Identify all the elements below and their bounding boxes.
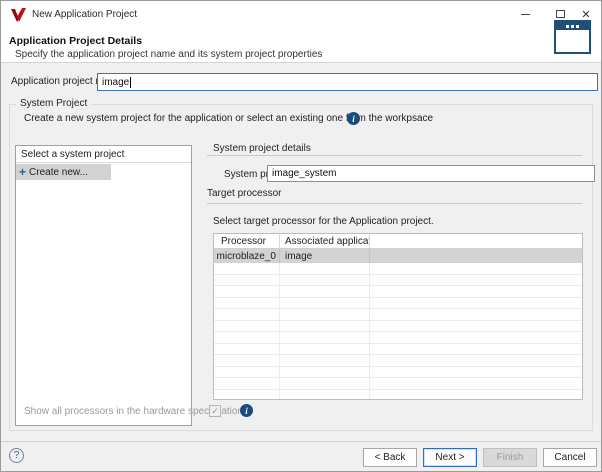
table-row-empty [214, 309, 582, 321]
maximize-icon [556, 10, 565, 18]
next-button[interactable]: Next > [423, 448, 477, 467]
new-application-project-dialog: New Application Project ✕ Application Pr… [0, 0, 602, 472]
window-title: New Application Project [32, 9, 137, 20]
wizard-banner-icon [554, 20, 591, 54]
table-row-empty [214, 378, 582, 390]
list-item-create-new[interactable]: + Create new... [16, 164, 111, 180]
app-project-name-value: image [102, 77, 129, 88]
finish-button[interactable]: Finish [483, 448, 537, 467]
column-header-empty [370, 234, 582, 248]
table-row-empty [214, 298, 582, 310]
help-button[interactable]: ? [9, 448, 24, 463]
minimize-icon [521, 14, 530, 15]
button-bar: ? < Back Next > Finish Cancel [1, 442, 601, 472]
table-row-empty [214, 263, 582, 275]
column-header-processor: Processor [214, 234, 280, 248]
separator [207, 203, 582, 204]
cancel-button[interactable]: Cancel [543, 448, 597, 467]
system-project-legend: System Project [16, 98, 91, 109]
system-project-details-title: System project details [213, 143, 311, 154]
show-all-processors-checkbox[interactable]: ✓ [209, 405, 221, 417]
table-row-empty [214, 321, 582, 333]
column-header-associated-applications: Associated applications [280, 234, 370, 248]
table-row-microblaze[interactable]: microblaze_0 image [214, 249, 582, 263]
system-project-list[interactable]: Select a system project + Create new... [15, 145, 192, 426]
table-row-empty [214, 344, 582, 356]
table-row-empty [214, 332, 582, 344]
plus-icon: + [19, 166, 26, 178]
page-description: Specify the application project name and… [15, 49, 322, 60]
minimize-button[interactable] [511, 1, 539, 27]
help-icon: ? [14, 450, 20, 461]
list-item-label: Create new... [29, 167, 88, 178]
system-project-description: Create a new system project for the appl… [24, 113, 433, 124]
target-processor-description: Select target processor for the Applicat… [213, 216, 434, 227]
system-project-list-header: Select a system project [16, 146, 191, 163]
page-title: Application Project Details [9, 35, 142, 47]
system-project-name-value: image_system [272, 168, 336, 179]
show-all-processors-row: Show all processors in the hardware spec… [24, 405, 584, 419]
wizard-header: Application Project Details Specify the … [1, 31, 601, 63]
app-project-name-input[interactable]: image [97, 73, 598, 91]
system-project-group: System Project Create a new system proje… [9, 104, 593, 431]
check-icon: ✓ [211, 406, 219, 416]
close-icon: ✕ [581, 8, 590, 21]
table-row-empty [214, 275, 582, 287]
table-row-empty [214, 367, 582, 379]
table-row-empty [214, 286, 582, 298]
separator [207, 155, 582, 156]
processor-table[interactable]: Processor Associated applications microb… [213, 233, 583, 400]
system-project-name-input[interactable]: image_system [267, 165, 595, 182]
back-button[interactable]: < Back [363, 448, 417, 467]
text-caret [130, 77, 131, 88]
table-row-empty [214, 390, 582, 401]
target-processor-title: Target processor [207, 188, 281, 199]
xilinx-logo-icon [10, 7, 27, 23]
processor-table-header: Processor Associated applications [214, 234, 582, 249]
table-row-empty [214, 355, 582, 367]
info-icon[interactable]: i [240, 404, 253, 417]
info-icon[interactable]: i [347, 112, 360, 125]
processor-table-empty-rows [214, 263, 582, 400]
cell-applications: image [280, 249, 370, 263]
cell-processor: microblaze_0 [214, 249, 280, 263]
title-bar: New Application Project ✕ [1, 1, 601, 31]
